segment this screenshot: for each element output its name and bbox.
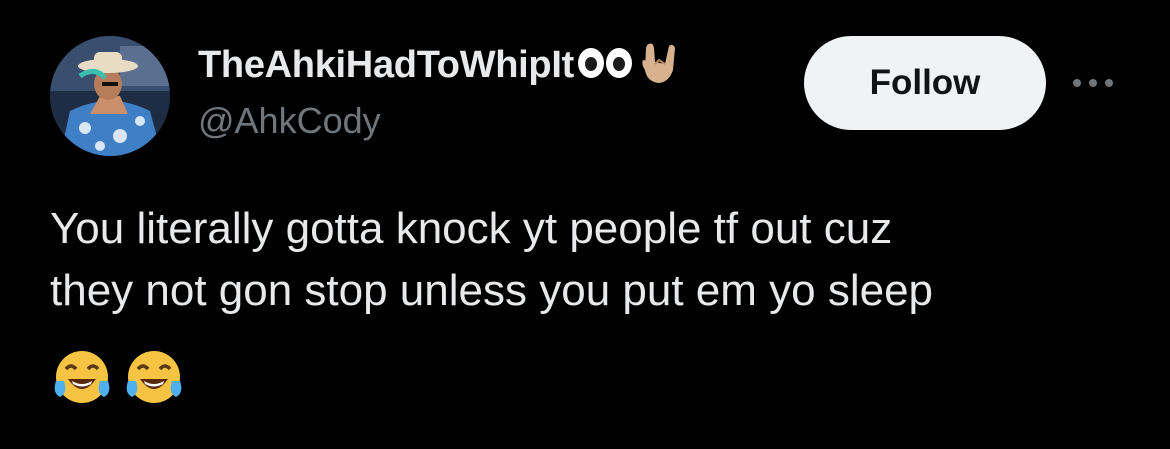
avatar[interactable] <box>50 36 170 156</box>
tears-of-joy-icon <box>124 347 184 412</box>
tweet-emojis <box>52 347 184 412</box>
tweet-text: You literally gotta knock yt people tf o… <box>50 204 934 315</box>
follow-button[interactable]: Follow <box>804 36 1046 130</box>
user-handle[interactable]: @AhkCody <box>198 100 381 142</box>
eyes-icon <box>577 46 635 85</box>
display-name[interactable]: TheAhkiHadToWhipIt <box>198 44 574 87</box>
tweet-card: TheAhkiHadToWhipIt @AhkCody Follow You l… <box>0 0 1170 449</box>
display-name-row[interactable]: TheAhkiHadToWhipIt <box>198 40 683 90</box>
avatar-photo <box>50 36 170 156</box>
more-icon[interactable] <box>1070 70 1116 96</box>
rock-on-hand-icon <box>639 40 683 91</box>
tears-of-joy-icon <box>52 347 112 412</box>
